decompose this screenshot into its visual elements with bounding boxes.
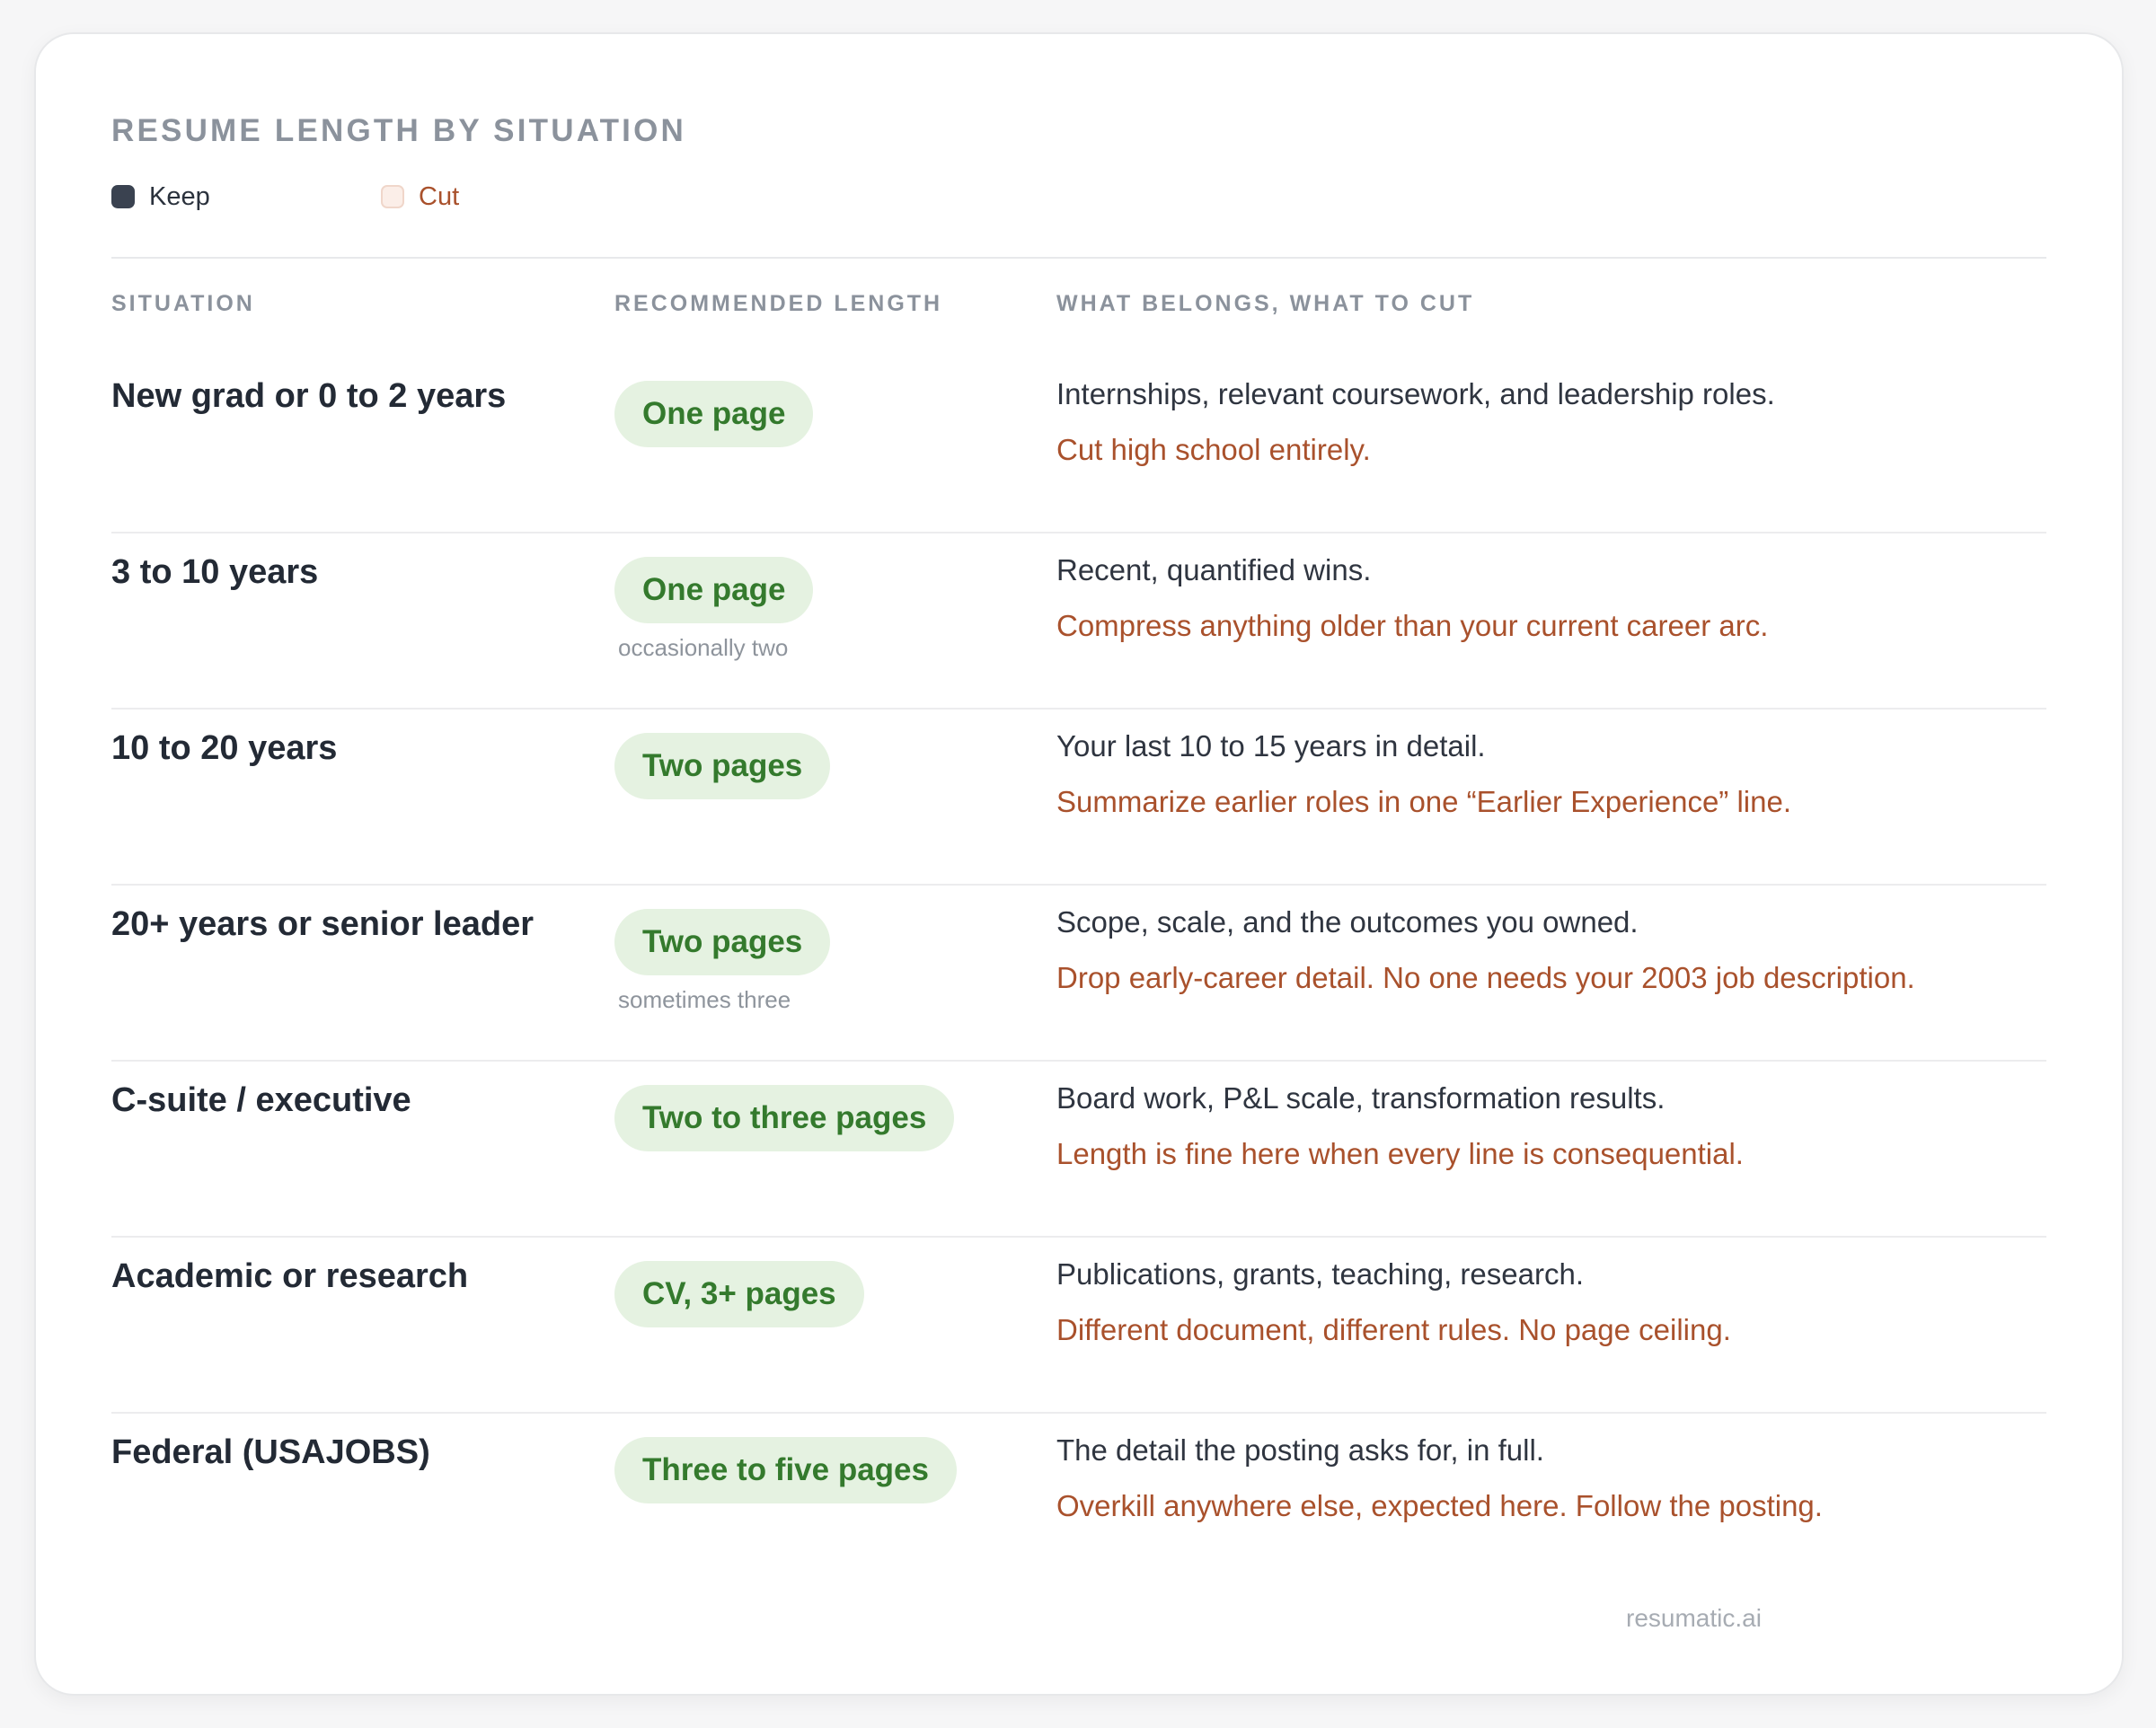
cut-text: Summarize earlier roles in one “Earlier … xyxy=(1056,785,1791,818)
header-divider xyxy=(111,257,2046,259)
length-badge: Two pages xyxy=(614,733,831,799)
table-row: Academic or research CV, 3+ pages Public… xyxy=(111,1238,2046,1414)
cut-text: Cut high school entirely. xyxy=(1056,433,1371,466)
situation-label: C-suite / executive xyxy=(111,1081,411,1119)
column-header-length: RECOMMENDED LENGTH xyxy=(614,291,943,316)
legend: Keep Cut xyxy=(111,181,650,212)
cut-text: Different document, different rules. No … xyxy=(1056,1313,1731,1346)
situation-label: New grad or 0 to 2 years xyxy=(111,377,507,415)
keep-text: The detail the posting asks for, in full… xyxy=(1056,1433,1544,1467)
legend-label-cut: Cut xyxy=(419,181,460,211)
length-badge: Three to five pages xyxy=(614,1437,957,1503)
length-badge: Two to three pages xyxy=(614,1085,955,1151)
source-credit: resumatic.ai xyxy=(1626,1604,1762,1632)
length-badge: Two pages xyxy=(614,909,831,975)
legend-item-cut: Cut xyxy=(381,181,459,212)
keep-text: Board work, P&L scale, transformation re… xyxy=(1056,1081,1666,1115)
table-row: Federal (USAJOBS) Three to five pages Th… xyxy=(111,1414,2046,1590)
cut-text: Drop early-career detail. No one needs y… xyxy=(1056,961,1915,994)
length-note: sometimes three xyxy=(618,986,791,1013)
column-header-belongs: WHAT BELONGS, WHAT TO CUT xyxy=(1056,291,1475,316)
situation-label: 20+ years or senior leader xyxy=(111,905,535,943)
table-row: 3 to 10 years One page occasionally two … xyxy=(111,533,2046,710)
length-badge: One page xyxy=(614,557,814,623)
situation-label: 3 to 10 years xyxy=(111,553,319,591)
table-row: 10 to 20 years Two pages Your last 10 to… xyxy=(111,710,2046,886)
situation-label: Federal (USAJOBS) xyxy=(111,1433,430,1471)
situation-label: 10 to 20 years xyxy=(111,729,338,767)
table-row: New grad or 0 to 2 years One page Intern… xyxy=(111,357,2046,533)
legend-label-keep: Keep xyxy=(149,181,210,211)
legend-item-keep: Keep xyxy=(111,181,210,212)
keep-text: Scope, scale, and the outcomes you owned… xyxy=(1056,905,1639,939)
keep-text: Recent, quantified wins. xyxy=(1056,553,1372,586)
cut-text: Overkill anywhere else, expected here. F… xyxy=(1056,1489,1823,1522)
length-badge: One page xyxy=(614,381,814,447)
keep-swatch xyxy=(111,185,135,208)
column-header-situation: SITUATION xyxy=(111,291,255,316)
cut-text: Compress anything older than your curren… xyxy=(1056,609,1769,642)
cut-swatch xyxy=(381,185,404,208)
cut-text: Length is fine here when every line is c… xyxy=(1056,1137,1744,1170)
keep-text: Internships, relevant coursework, and le… xyxy=(1056,377,1775,410)
length-badge: CV, 3+ pages xyxy=(614,1261,864,1327)
keep-text: Publications, grants, teaching, research… xyxy=(1056,1257,1584,1291)
chart-title: RESUME LENGTH BY SITUATION xyxy=(111,113,686,148)
keep-text: Your last 10 to 15 years in detail. xyxy=(1056,729,1486,763)
table-row: C-suite / executive Two to three pages B… xyxy=(111,1062,2046,1238)
table-row: 20+ years or senior leader Two pages som… xyxy=(111,886,2046,1062)
length-note: occasionally two xyxy=(618,634,789,661)
situation-label: Academic or research xyxy=(111,1257,469,1295)
